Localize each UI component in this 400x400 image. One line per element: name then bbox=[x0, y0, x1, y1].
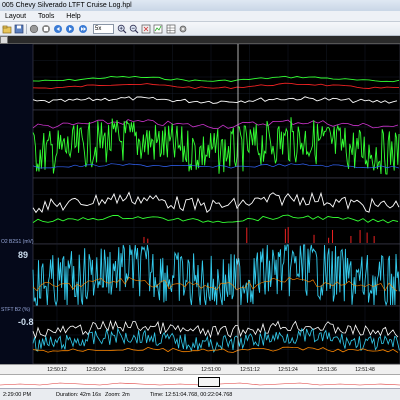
fit-view-icon[interactable] bbox=[141, 24, 151, 34]
play-icon[interactable] bbox=[65, 24, 75, 34]
menu-layout[interactable]: Layout bbox=[0, 11, 31, 22]
open-icon[interactable] bbox=[2, 24, 12, 34]
time-tick: 12:50:48 bbox=[163, 367, 183, 373]
scanner-window: 005 Chevy Silverado LTFT Cruise Log.hpl … bbox=[0, 0, 400, 400]
graph-icon[interactable] bbox=[153, 24, 163, 34]
save-icon[interactable] bbox=[14, 24, 24, 34]
time-tick: 12:51:12 bbox=[240, 367, 260, 373]
table-icon[interactable] bbox=[166, 24, 176, 34]
menu-bar: Layout Tools Help bbox=[0, 11, 400, 22]
settings-icon[interactable] bbox=[178, 24, 188, 34]
stop-icon[interactable] bbox=[41, 24, 51, 34]
time-tick: 12:50:12 bbox=[47, 367, 67, 373]
time-axis: 12:50:12 12:50:24 12:50:36 12:50:48 12:5… bbox=[0, 364, 400, 374]
time-tick: 12:50:36 bbox=[124, 367, 144, 373]
time-tick: 12:51:24 bbox=[278, 367, 298, 373]
status-time: Time: 12:51:04.768, 00:22:04.768 bbox=[150, 392, 233, 398]
panel-5-label: STFT B2 (%) bbox=[1, 307, 31, 313]
channel-strip bbox=[0, 36, 400, 44]
time-tick: 12:51:36 bbox=[317, 367, 337, 373]
panel-5-value: -0.8 bbox=[18, 317, 34, 327]
status-bar: 2:29:00 PM Duration: 42m 16s Zoom: 2m Ti… bbox=[0, 388, 400, 400]
overview-strip[interactable] bbox=[0, 374, 400, 388]
label-column bbox=[0, 44, 33, 364]
overview-cursor[interactable] bbox=[198, 377, 220, 387]
menu-help[interactable]: Help bbox=[61, 11, 85, 22]
time-tick: 12:51:00 bbox=[201, 367, 221, 373]
time-tick: 12:50:24 bbox=[86, 367, 106, 373]
collapse-button[interactable] bbox=[0, 36, 8, 44]
panel-4-value: 89 bbox=[18, 250, 29, 260]
zoom-out-icon[interactable] bbox=[129, 24, 139, 34]
chart-area[interactable]: O2 B2S1 (mV) 89 STFT B2 (%) -0.8 bbox=[0, 44, 400, 374]
zoom-select[interactable]: 5x bbox=[93, 24, 114, 34]
panel-4-label: O2 B2S1 (mV) bbox=[1, 239, 34, 245]
menu-tools[interactable]: Tools bbox=[33, 11, 59, 22]
charts-svg bbox=[0, 44, 400, 364]
title-bar: 005 Chevy Silverado LTFT Cruise Log.hpl bbox=[0, 0, 400, 11]
record-icon[interactable] bbox=[29, 24, 39, 34]
toolbar: 5x bbox=[0, 22, 400, 36]
status-start: 2:29:00 PM bbox=[3, 392, 32, 398]
status-duration: Duration: 42m 16s bbox=[56, 392, 101, 398]
forward-icon[interactable] bbox=[78, 24, 88, 34]
status-zoom: Zoom: 2m bbox=[105, 392, 130, 398]
time-tick: 12:51:48 bbox=[355, 367, 375, 373]
window-title: 005 Chevy Silverado LTFT Cruise Log.hpl bbox=[2, 2, 132, 9]
rewind-icon[interactable] bbox=[53, 24, 63, 34]
zoom-in-icon[interactable] bbox=[117, 24, 127, 34]
